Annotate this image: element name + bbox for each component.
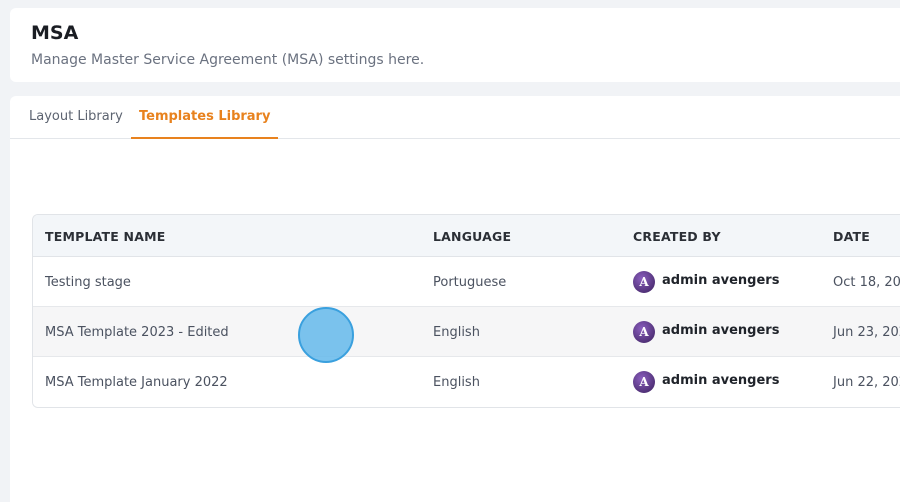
tab-layout-library[interactable]: Layout Library bbox=[21, 96, 131, 139]
date-cell: Oct 18, 202 bbox=[833, 275, 900, 290]
language-cell: English bbox=[433, 325, 480, 340]
click-indicator bbox=[298, 307, 354, 363]
creator-name: admin avengers bbox=[662, 373, 780, 388]
tab-bar: Layout Library Templates Library bbox=[10, 96, 900, 139]
table-row[interactable]: Testing stage Portuguese A admin avenger… bbox=[33, 257, 900, 307]
created-by-cell: A admin avengers bbox=[633, 357, 779, 407]
template-name-cell: MSA Template January 2022 bbox=[45, 375, 228, 390]
templates-panel: Layout Library Templates Library TEMPLAT… bbox=[10, 96, 900, 502]
tab-templates-library[interactable]: Templates Library bbox=[131, 96, 279, 139]
table-header: TEMPLATE NAME LANGUAGE CREATED BY DATE bbox=[33, 215, 900, 257]
templates-table: TEMPLATE NAME LANGUAGE CREATED BY DATE T… bbox=[32, 214, 900, 408]
date-cell: Jun 23, 202 bbox=[833, 325, 900, 340]
page-title: MSA bbox=[31, 22, 79, 44]
page-subtitle: Manage Master Service Agreement (MSA) se… bbox=[31, 52, 425, 68]
page-header: MSA Manage Master Service Agreement (MSA… bbox=[10, 8, 900, 82]
language-cell: Portuguese bbox=[433, 275, 507, 290]
template-name-cell: MSA Template 2023 - Edited bbox=[45, 325, 229, 340]
column-header-created-by[interactable]: CREATED BY bbox=[633, 215, 721, 257]
avengers-logo-icon: A bbox=[633, 321, 655, 343]
avengers-logo-icon: A bbox=[633, 371, 655, 393]
column-header-language[interactable]: LANGUAGE bbox=[433, 215, 511, 257]
column-header-template-name[interactable]: TEMPLATE NAME bbox=[45, 215, 165, 257]
avengers-logo-icon: A bbox=[633, 271, 655, 293]
created-by-cell: A admin avengers bbox=[633, 257, 779, 307]
created-by-cell: A admin avengers bbox=[633, 307, 779, 357]
creator-name: admin avengers bbox=[662, 273, 780, 288]
table-row[interactable]: MSA Template 2023 - Edited English A adm… bbox=[33, 307, 900, 357]
date-cell: Jun 22, 202 bbox=[833, 375, 900, 390]
template-name-cell: Testing stage bbox=[45, 275, 131, 290]
column-header-date[interactable]: DATE bbox=[833, 215, 870, 257]
language-cell: English bbox=[433, 375, 480, 390]
creator-name: admin avengers bbox=[662, 323, 780, 338]
table-row[interactable]: MSA Template January 2022 English A admi… bbox=[33, 357, 900, 407]
